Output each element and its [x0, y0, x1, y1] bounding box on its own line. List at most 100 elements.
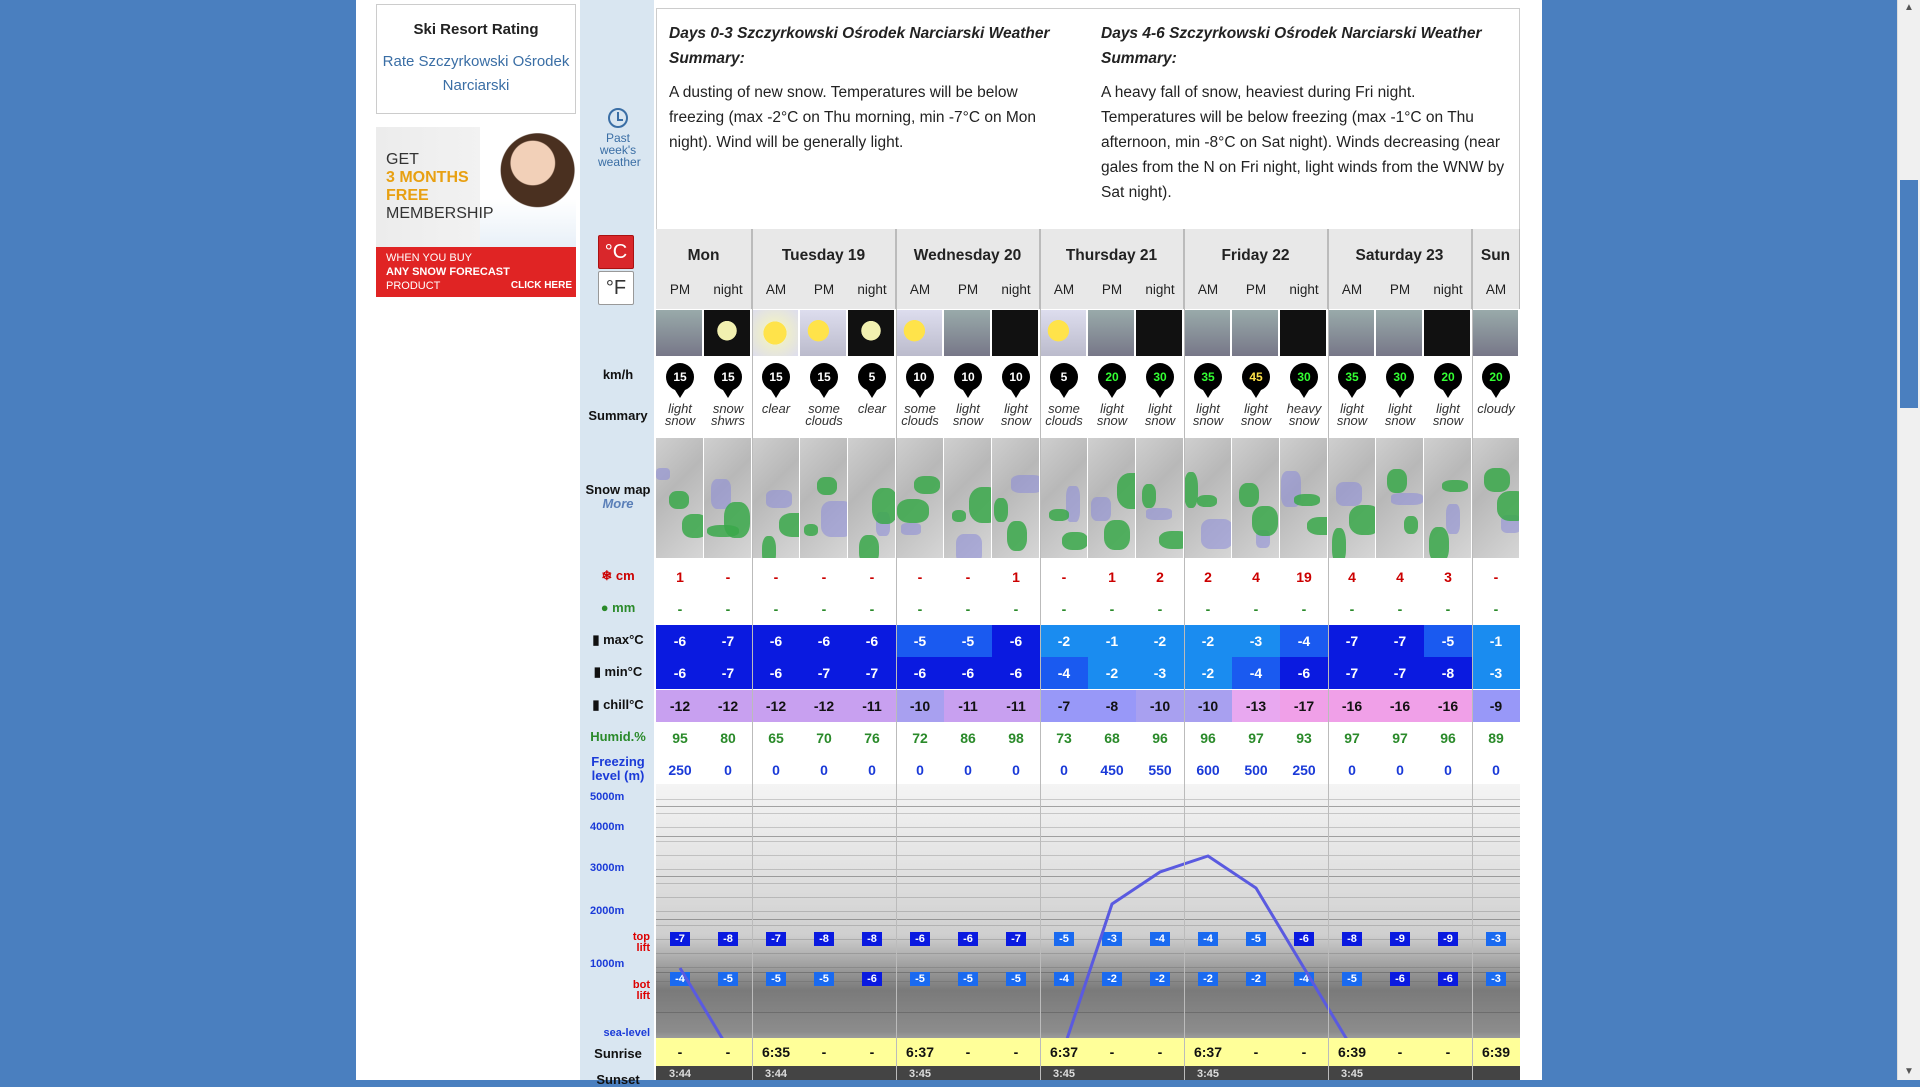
membership-ad[interactable]: GET 3 MONTHS FREE MEMBERSHIP WHEN YOU BU… [376, 127, 576, 297]
forecast-summary: light snow [1232, 402, 1280, 428]
snow-map-thumbnail[interactable] [1040, 438, 1088, 558]
fahrenheit-button[interactable]: °F [598, 271, 634, 305]
max-temp-cell: -1 [1088, 625, 1136, 657]
snow-cloud-icon [944, 310, 991, 356]
day-header: Saturday 23 [1328, 229, 1472, 309]
freezing-level-cell: 0 [724, 762, 732, 778]
humidity-cell: 80 [720, 730, 736, 746]
map-precip-area [1159, 531, 1183, 549]
forecast-summary: snow shwrs [704, 402, 752, 427]
wind-badge: 15 [762, 363, 790, 398]
map-precip-area [766, 490, 792, 508]
rain-mm-cell: - [725, 601, 731, 617]
summary-right-text: A heavy fall of snow, heaviest during Fr… [1101, 84, 1505, 201]
forecast-summary: light snow [1136, 402, 1184, 427]
rain-mm-cell: - [1205, 601, 1211, 617]
label-snowmap: Snow map [585, 482, 651, 497]
snow-map-thumbnail[interactable] [1280, 438, 1328, 558]
wind-badge: 30 [1146, 363, 1174, 398]
sunrise-cell: 6:37 [1049, 1044, 1079, 1060]
summary-left-title: Days 0-3 Szczyrkowski Ośrodek Narciarski… [669, 25, 1050, 67]
map-precip-area [952, 510, 966, 522]
label-strip: Past week's weather °C °F [580, 0, 654, 1080]
snow-cloud-icon [1136, 310, 1183, 356]
snow-map-thumbnail[interactable] [1328, 438, 1376, 558]
chill-cell: -11 [944, 690, 992, 722]
snow-cloud-icon [656, 310, 703, 356]
altitude-label: 3000m [590, 862, 625, 874]
snow-map-thumbnail[interactable] [944, 438, 992, 558]
summary-line2: snow [1240, 413, 1272, 428]
snow-map-thumbnail[interactable] [1184, 438, 1232, 558]
max-temp-cell: -6 [752, 625, 800, 657]
sunrise-cell: 6:39 [1481, 1044, 1511, 1060]
summary-days-4-6: Days 4-6 Szczyrkowski Ośrodek Narciarski… [1101, 21, 1511, 205]
scrollbar[interactable]: ▲ ▼ [1897, 0, 1920, 1080]
ad-line1: GET [386, 151, 419, 168]
day-divider [752, 229, 753, 1080]
past-weather-link[interactable]: Past week's weather [598, 108, 641, 169]
snow-cm-cell: 1 [1012, 569, 1020, 585]
ad-line2: 3 MONTHS [386, 169, 469, 186]
rain-mm-cell: - [1013, 601, 1019, 617]
day-divider [896, 229, 897, 1080]
snow-map-thumbnail[interactable] [1088, 438, 1136, 558]
sunset-cell [1232, 1068, 1280, 1080]
humidity-cell: 86 [960, 730, 976, 746]
snow-map-thumbnail[interactable] [1232, 438, 1280, 558]
day-header: Mon [656, 229, 752, 309]
snow-cm-cell: - [821, 569, 827, 585]
sunrise-cell: - [821, 1044, 827, 1060]
ad-click-here[interactable]: CLICK HERE [511, 279, 572, 293]
sunset-cell: 3:45 [1340, 1068, 1364, 1080]
rate-resort-link[interactable]: Rate Szczyrkowski Ośrodek Narciarski [377, 50, 575, 98]
snow-map-thumbnail[interactable] [992, 438, 1040, 558]
scroll-down-icon[interactable]: ▼ [1904, 1066, 1914, 1077]
rain-mm-cell: - [821, 601, 827, 617]
snowmap-more-link[interactable]: More [580, 496, 656, 511]
snow-map-thumbnail[interactable] [752, 438, 800, 558]
freezing-level-cell: 0 [1396, 762, 1404, 778]
period-label: PM [1245, 282, 1267, 297]
label-max-text: max°C [603, 632, 644, 647]
snow-map-thumbnail[interactable] [800, 438, 848, 558]
summary-line2: snow [952, 413, 984, 428]
snow-map-thumbnail[interactable] [1136, 438, 1184, 558]
snow-cloud-icon [1376, 310, 1423, 356]
map-precip-area [1184, 472, 1198, 508]
celsius-button[interactable]: °C [598, 235, 634, 269]
label-min: ▮ min°C [580, 664, 656, 680]
thermometer-icon: ▮ [593, 664, 605, 679]
map-precip-area [1332, 528, 1346, 558]
period-label: PM [1389, 282, 1411, 297]
scroll-thumb[interactable] [1900, 180, 1918, 408]
forecast-grid: Mon Tuesday 19 Wednesday 20 Thursday 21 Frid… [656, 229, 1520, 1080]
past-weather-label: Past week's weather [598, 131, 641, 169]
max-temp-cell: -5 [1424, 625, 1472, 657]
humidity-cell: 68 [1104, 730, 1120, 746]
snow-map-thumbnail[interactable] [1376, 438, 1424, 558]
freezing-level-cell: 0 [1492, 762, 1500, 778]
snow-map-thumbnail[interactable] [1424, 438, 1472, 558]
sunrise-cell: 6:35 [761, 1044, 791, 1060]
freezing-level-cell: 0 [1348, 762, 1356, 778]
snow-cm-cell: - [725, 569, 731, 585]
snow-map-thumbnail[interactable] [704, 438, 752, 558]
forecast-summary: light snow [1424, 402, 1472, 427]
snow-map-thumbnail[interactable] [896, 438, 944, 558]
max-temp-cell: -1 [1472, 625, 1520, 657]
snow-cloud-icon [1328, 310, 1375, 356]
wind-badge: 5 [1050, 363, 1078, 398]
snow-map-thumbnail[interactable] [1472, 438, 1520, 558]
scroll-up-icon[interactable]: ▲ [1904, 2, 1914, 13]
snow-cm-cell: 4 [1396, 569, 1404, 585]
freezing-level-cell: 250 [668, 762, 692, 778]
map-precip-area [1404, 516, 1418, 534]
sunset-cell [800, 1068, 848, 1080]
wind-badge: 20 [1482, 363, 1510, 398]
snow-map-thumbnail[interactable] [848, 438, 896, 558]
map-precip-area [821, 501, 847, 537]
sunrise-cell: - [1013, 1044, 1019, 1060]
snow-map-thumbnail[interactable] [656, 438, 704, 558]
max-temp-cell: -6 [992, 625, 1040, 657]
